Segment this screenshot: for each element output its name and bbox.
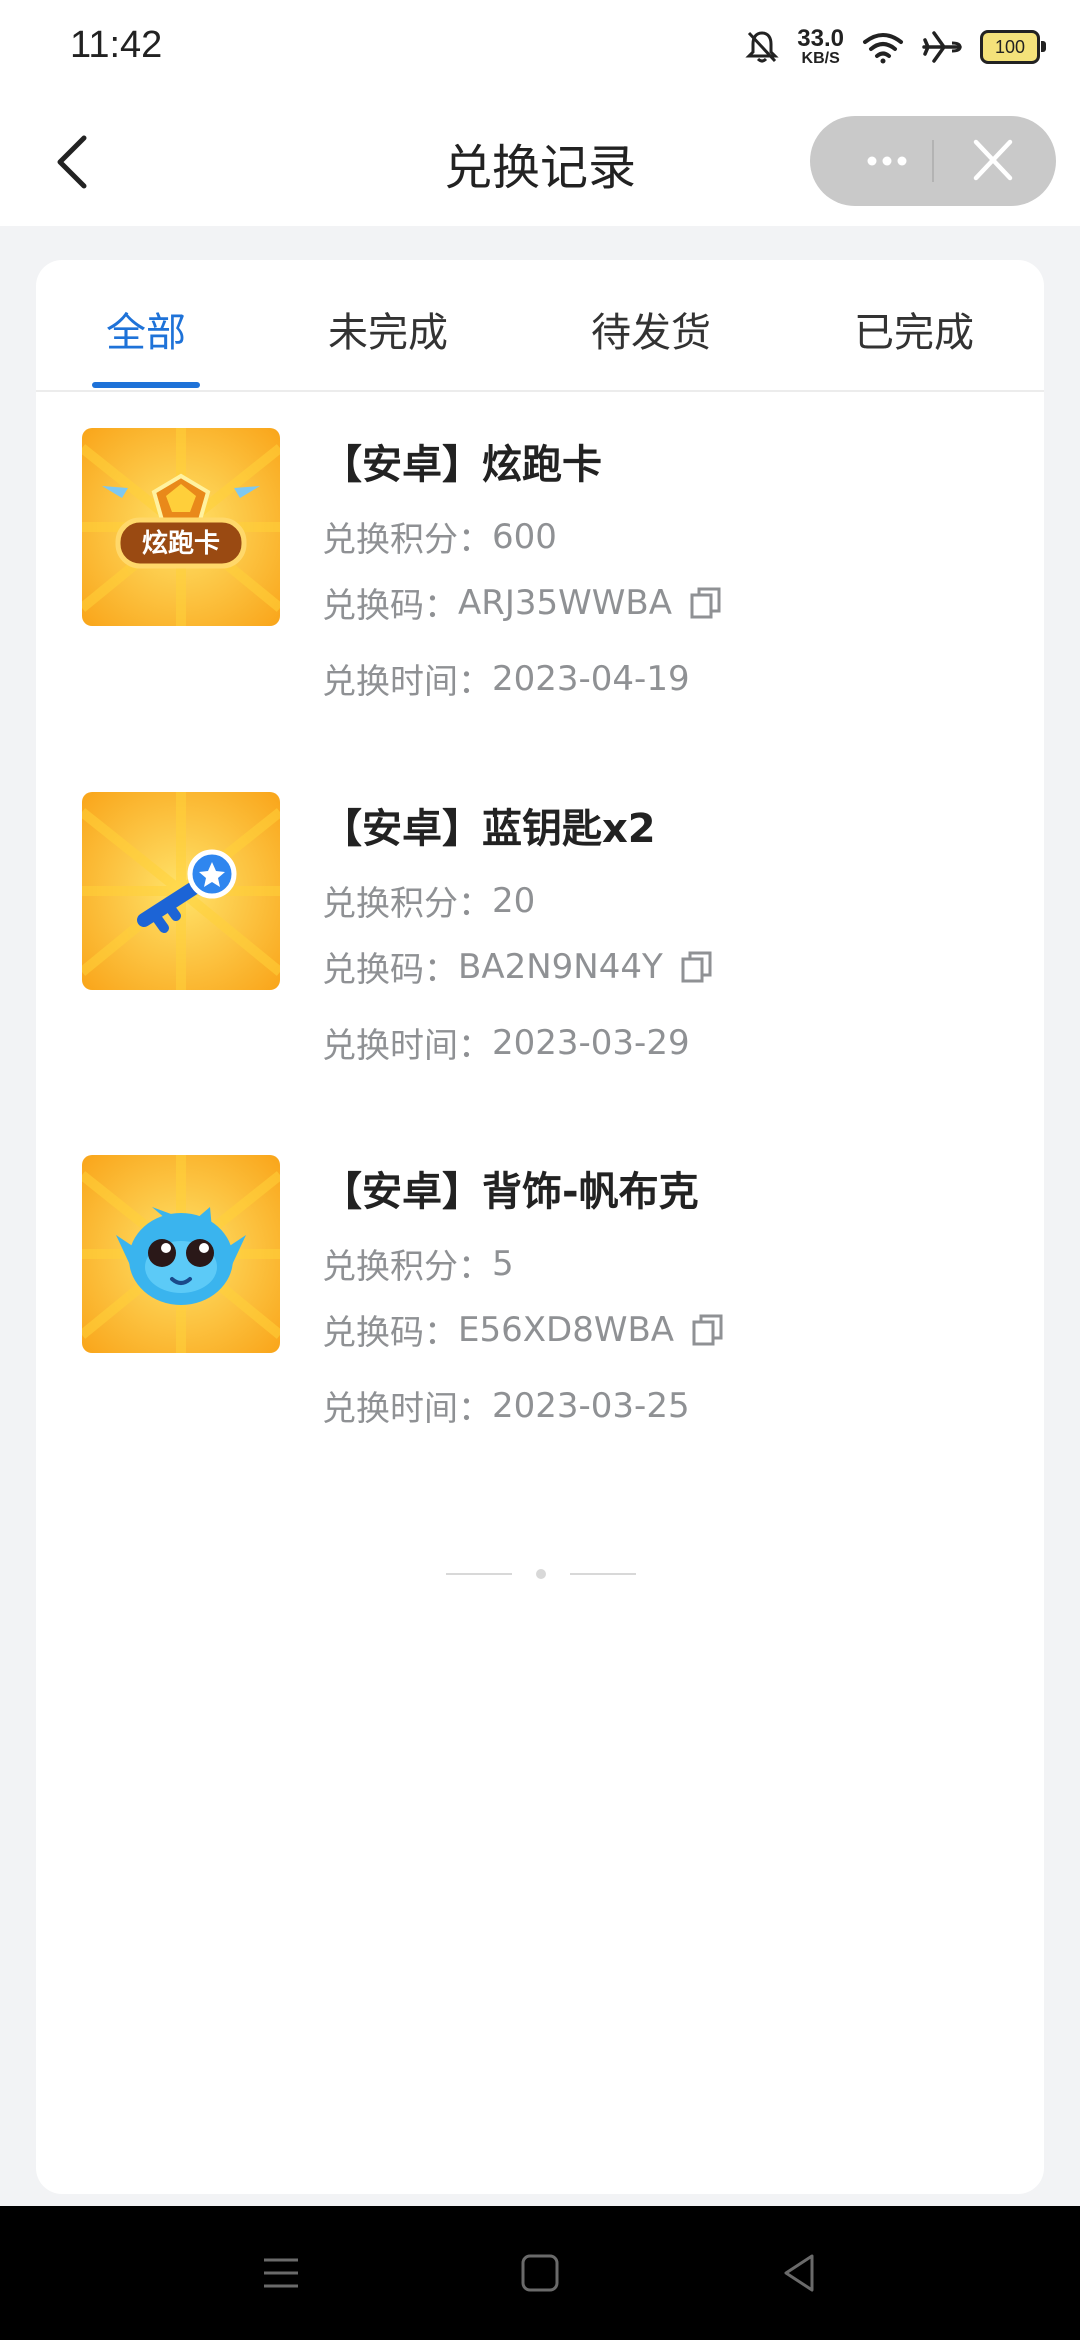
record-points: 兑换积分： 5	[322, 1239, 514, 1288]
status-time: 11:42	[70, 24, 163, 66]
back-triangle-icon[interactable]	[774, 2248, 824, 2298]
points-label: 兑换积分：	[322, 1247, 492, 1287]
points-label: 兑换积分：	[322, 884, 492, 924]
blue-key-icon	[82, 792, 280, 990]
record-time: 兑换时间： 2023-03-29	[322, 1018, 690, 1067]
battery-icon: 100	[980, 30, 1046, 64]
code-label: 兑换码：	[322, 586, 458, 626]
time-value: 2023-03-29	[492, 1022, 690, 1063]
record-time: 兑换时间： 2023-03-25	[322, 1381, 690, 1430]
more-dots-icon[interactable]	[842, 138, 932, 184]
tab-pending-shipment[interactable]: 待发货	[591, 300, 711, 358]
bell-off-icon	[745, 31, 779, 63]
status-icons: 33.0 KB/S 100	[745, 22, 1046, 72]
record-code: 兑换码： E56XD8WBA	[322, 1305, 724, 1354]
points-value: 5	[492, 1243, 514, 1284]
net-speed-unit: KB/S	[801, 50, 840, 67]
points-value: 600	[492, 516, 557, 557]
record-item[interactable]: 炫跑卡 【安卓】炫跑卡 兑换积分： 600 兑换码： ARJ35WWBA 兑换时间：…	[82, 428, 1002, 728]
tab-bar: 全部 未完成 待发货 已完成	[36, 260, 1044, 392]
code-value: ARJ35WWBA	[458, 582, 672, 623]
record-item[interactable]: 【安卓】蓝钥匙x2 兑换积分： 20 兑换码： BA2N9N44Y 兑换时间： 202…	[82, 792, 1002, 1092]
tab-completed[interactable]: 已完成	[854, 300, 974, 358]
status-bar: 11:42 33.0 KB/S 100	[0, 0, 1080, 96]
code-label: 兑换码：	[322, 1313, 458, 1353]
run-card-badge-icon: 炫跑卡	[82, 428, 280, 626]
record-code: 兑换码： BA2N9N44Y	[322, 942, 713, 991]
record-name: 【安卓】炫跑卡	[322, 442, 602, 488]
copy-icon[interactable]	[681, 950, 713, 984]
mini-program-capsule	[810, 116, 1056, 206]
record-code: 兑换码： ARJ35WWBA	[322, 578, 722, 627]
points-label: 兑换积分：	[322, 520, 492, 560]
code-value: BA2N9N44Y	[458, 946, 663, 987]
time-value: 2023-04-19	[492, 658, 690, 699]
record-points: 兑换积分： 600	[322, 512, 557, 561]
net-speed: 33.0 KB/S	[797, 27, 844, 67]
time-value: 2023-03-25	[492, 1385, 690, 1426]
time-label: 兑换时间：	[322, 662, 492, 702]
code-value: E56XD8WBA	[458, 1309, 675, 1350]
navigation-header: 兑换记录	[0, 96, 1080, 226]
code-label: 兑换码：	[322, 950, 458, 990]
wifi-icon	[863, 33, 903, 64]
blue-creature-icon	[82, 1155, 280, 1353]
copy-icon[interactable]	[692, 1313, 724, 1347]
tab-all[interactable]: 全部	[106, 300, 186, 358]
record-item[interactable]: 【安卓】背饰-帆布克 兑换积分： 5 兑换码： E56XD8WBA 兑换时间： 202…	[82, 1155, 1002, 1455]
badge-label: 炫跑卡	[142, 528, 220, 559]
close-icon[interactable]	[946, 138, 1036, 184]
home-square-icon[interactable]	[515, 2248, 565, 2298]
active-tab-indicator	[92, 382, 200, 388]
record-time: 兑换时间： 2023-04-19	[322, 654, 690, 703]
record-name: 【安卓】背饰-帆布克	[322, 1169, 699, 1215]
records-card: 全部 未完成 待发货 已完成 炫跑卡 【安卓】炫跑卡 兑换积分： 600 兑换码…	[36, 260, 1044, 2194]
capsule-divider	[932, 140, 934, 182]
time-label: 兑换时间：	[322, 1026, 492, 1066]
copy-icon[interactable]	[690, 586, 722, 620]
menu-icon[interactable]	[256, 2248, 306, 2298]
points-value: 20	[492, 880, 536, 921]
system-nav-bar	[0, 2206, 1080, 2340]
time-label: 兑换时间：	[322, 1389, 492, 1429]
tab-incomplete[interactable]: 未完成	[328, 300, 448, 358]
net-speed-value: 33.0	[797, 25, 844, 52]
record-points: 兑换积分： 20	[322, 876, 535, 925]
list-end-divider	[446, 1569, 636, 1579]
record-name: 【安卓】蓝钥匙x2	[322, 806, 656, 852]
airplane-icon	[922, 31, 962, 63]
